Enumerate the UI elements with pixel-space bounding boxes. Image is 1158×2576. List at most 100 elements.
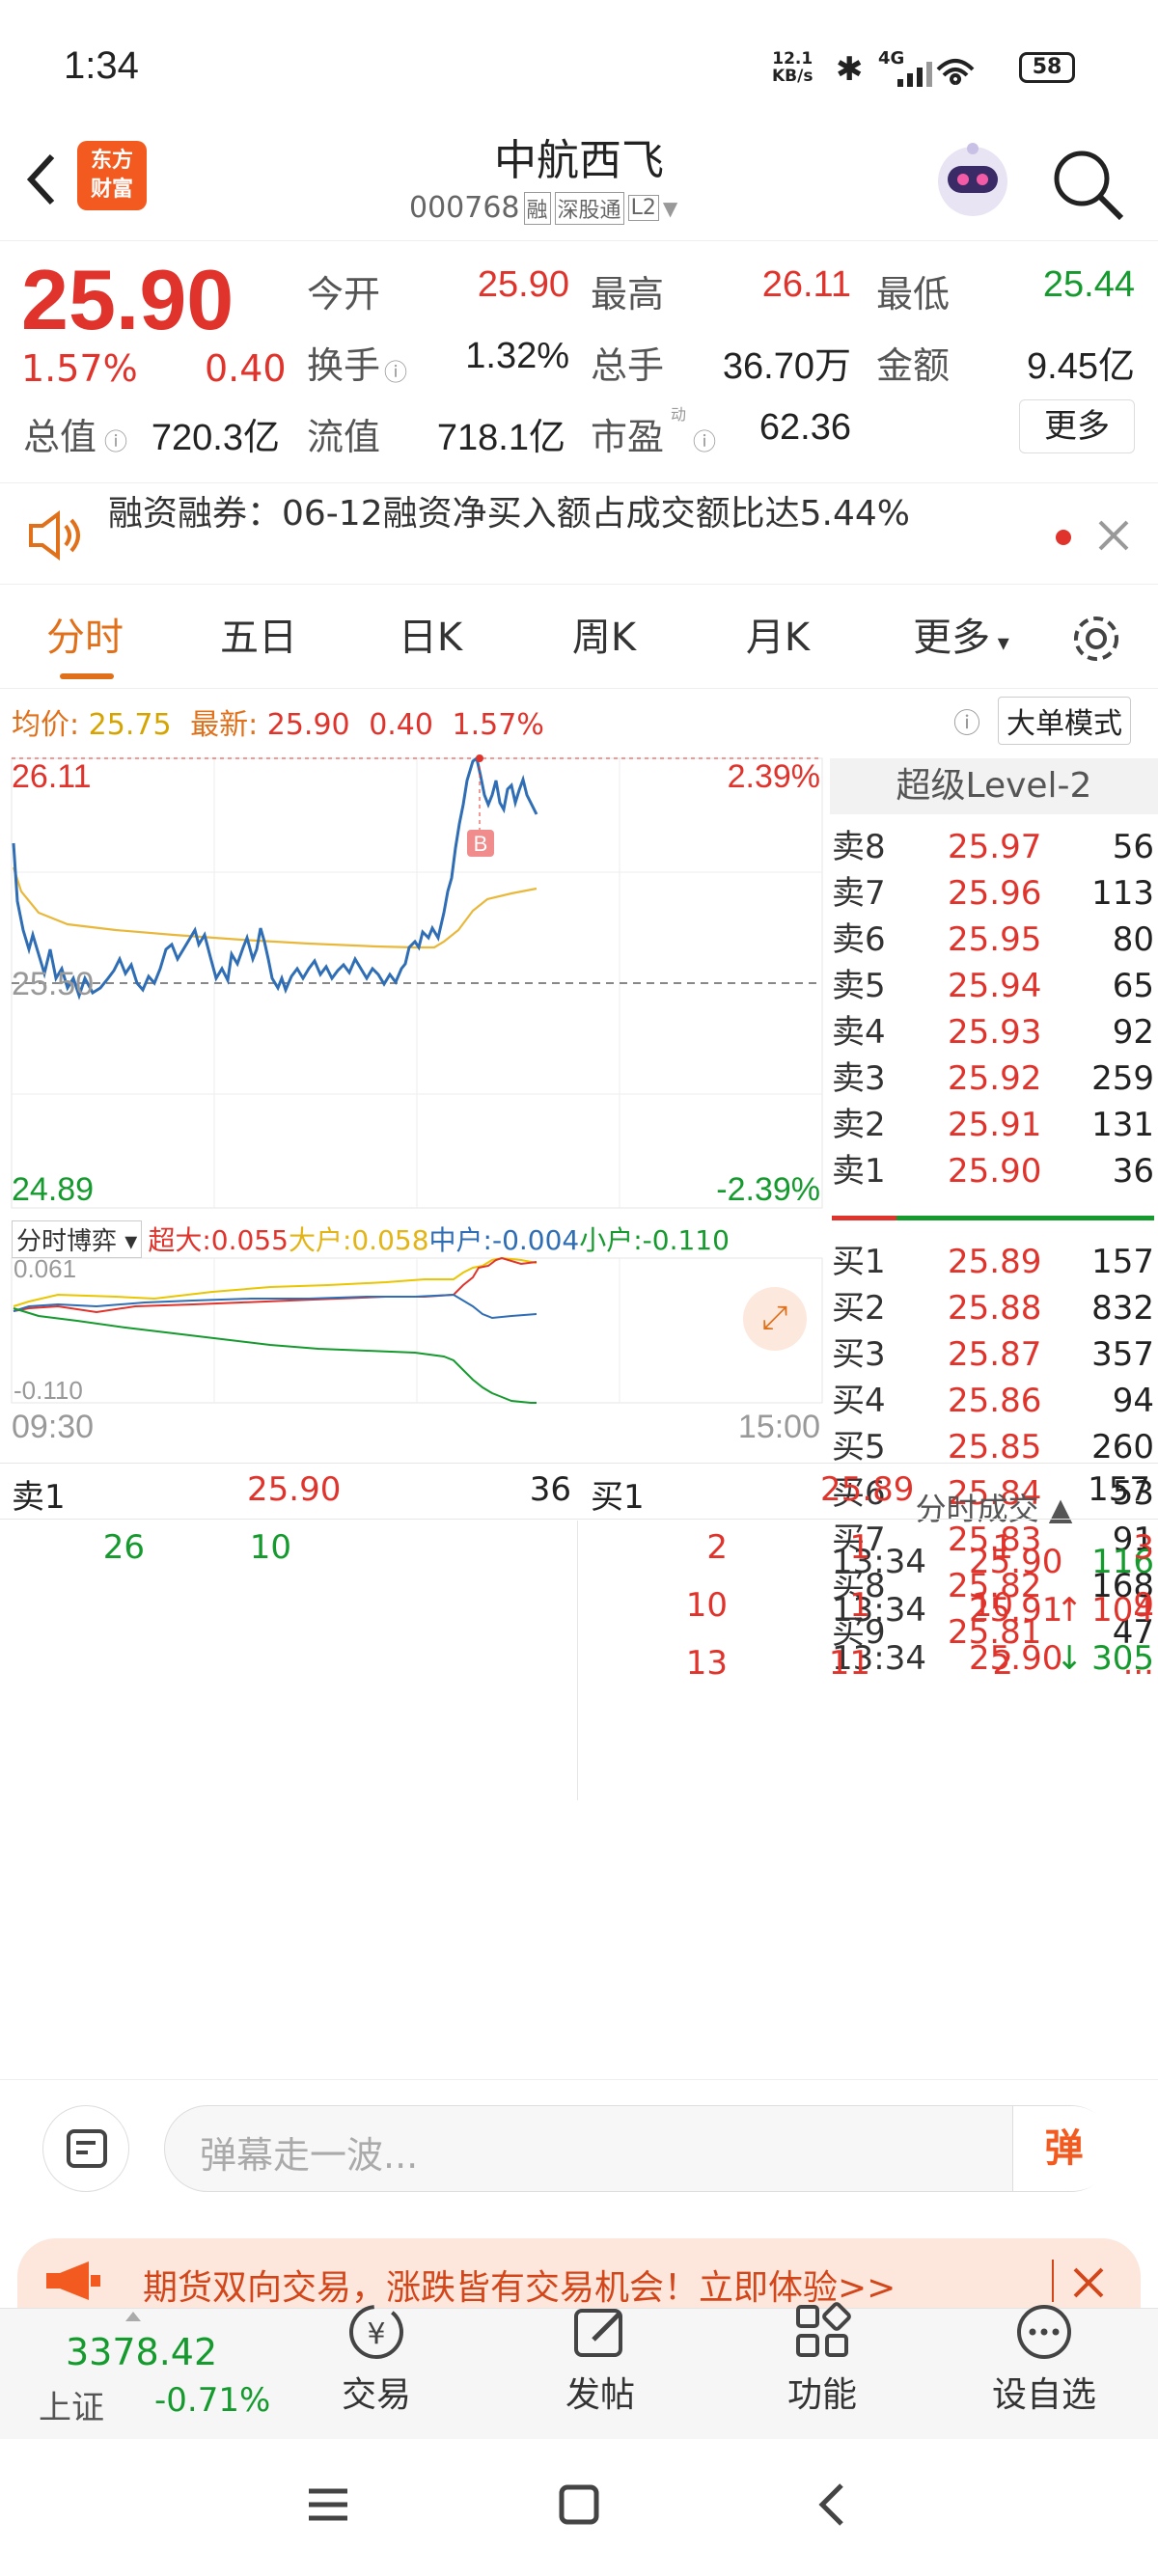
- queue-buy-label: 买1: [591, 1478, 645, 1517]
- time-end: 15:00: [738, 1409, 820, 1445]
- dropdown-icon: ▼: [662, 196, 678, 220]
- info-icon[interactable]: ⓘ: [104, 423, 127, 456]
- trade-button[interactable]: ¥ 交易: [280, 2301, 473, 2417]
- help-icon[interactable]: ⓘ: [953, 702, 980, 741]
- tab-2[interactable]: 日K: [363, 606, 498, 662]
- trade-icon: ¥: [349, 2305, 403, 2359]
- quote-field-value: 26.11: [761, 264, 851, 305]
- index-name: 上证: [39, 2389, 104, 2427]
- flow-legend: 分时博弈 ▾ 超大:0.055大户:0.058中户:-0.004小户:-0.11…: [12, 1219, 730, 1258]
- expand-up-icon[interactable]: [125, 2312, 141, 2321]
- order-row: 买4 25.86 94: [832, 1378, 1154, 1424]
- stock-code-row[interactable]: 000768 融 深股通 L2 ▼: [409, 191, 677, 225]
- news-ticker[interactable]: 融资融券：06-12融资净买入额占成交额比达5.44%: [0, 482, 1158, 585]
- quote-field-value: 25.44: [1042, 264, 1135, 305]
- level2-tag: L2: [627, 195, 659, 221]
- order-price: 25.97: [948, 828, 1042, 866]
- comment-settings-icon[interactable]: [42, 2105, 129, 2192]
- info-icon[interactable]: ⓘ: [384, 353, 407, 387]
- active-tab-indicator: [60, 673, 114, 679]
- quote-field-value: 25.90: [477, 264, 569, 305]
- queue-order: 10: [249, 1528, 291, 1567]
- more-button[interactable]: 更多: [1019, 399, 1135, 453]
- order-volume: 157: [1091, 1243, 1154, 1281]
- menu-icon[interactable]: [305, 2481, 351, 2528]
- home-icon[interactable]: [556, 2481, 602, 2528]
- tab-0[interactable]: 分时: [17, 606, 152, 662]
- tab-label: 日K: [398, 616, 463, 660]
- tab-label: 月K: [745, 616, 811, 660]
- big-order-mode-button[interactable]: 大单模式: [998, 697, 1131, 745]
- trades-title-label: 分时成交: [915, 1491, 1039, 1527]
- megaphone-icon: [46, 2261, 100, 2300]
- queue-order: 2: [706, 1528, 728, 1567]
- stock-header: 东方 财富 中航西飞 000768 融 深股通 L2 ▼: [0, 125, 1158, 241]
- order-volume: 357: [1091, 1335, 1154, 1374]
- add-watchlist-label: 设自选: [991, 2375, 1096, 2415]
- queue-buy-vol: 157: [1088, 1470, 1150, 1509]
- comment-placeholder: 弹幕走一波...: [200, 2134, 419, 2177]
- quote-panel: 25.90 1.57% 0.40 今开 25.90 最高 26.11 最低 25.44 换手…: [0, 241, 1158, 482]
- tab-label: 更多: [913, 616, 991, 660]
- quote-field-value: 36.70万: [722, 346, 851, 387]
- level2-title[interactable]: 超级Level-2: [830, 758, 1158, 814]
- axis-high: 26.11: [12, 758, 92, 795]
- average-price-line: [12, 866, 538, 949]
- add-watchlist-button[interactable]: 设自选: [948, 2301, 1141, 2417]
- queue-order: 1: [849, 1586, 870, 1625]
- expand-icon[interactable]: ⤢: [743, 1287, 807, 1351]
- tab-1[interactable]: 五日: [191, 606, 326, 662]
- queue-order: 13: [685, 1644, 728, 1683]
- index-percent: -0.71%: [154, 2381, 271, 2420]
- order-price: 25.91: [948, 1106, 1042, 1144]
- post-button[interactable]: 发帖: [504, 2301, 697, 2417]
- flow-selector[interactable]: 分时博弈 ▾: [12, 1219, 143, 1258]
- tab-5[interactable]: 更多 ▾: [894, 606, 1029, 662]
- queue-order: ...: [1122, 1644, 1154, 1683]
- robot-assistant-icon[interactable]: [928, 135, 1017, 224]
- order-row: 卖3 25.92 259: [832, 1055, 1154, 1102]
- dynamic-tag: 动: [671, 405, 687, 424]
- order-volume: 131: [1091, 1106, 1154, 1144]
- svg-text:¥: ¥: [367, 2317, 385, 2351]
- order-row: 卖2 25.91 131: [832, 1102, 1154, 1148]
- queue-sell-vol: 36: [529, 1470, 571, 1509]
- index-value[interactable]: 3378.42: [66, 2331, 217, 2373]
- back-nav-icon[interactable]: [811, 2481, 857, 2528]
- news-text: 融资融券：06-12融资净买入额占成交额比达5.44%: [108, 494, 910, 534]
- tab-4[interactable]: 月K: [710, 606, 845, 662]
- order-price: 25.89: [948, 1243, 1042, 1281]
- order-price: 25.87: [948, 1335, 1042, 1374]
- settings-icon[interactable]: [1067, 610, 1125, 668]
- order-volume: 113: [1091, 874, 1154, 913]
- divider: [0, 2079, 1158, 2080]
- order-volume: 36: [1112, 1152, 1154, 1191]
- info-icon[interactable]: ⓘ: [693, 423, 716, 456]
- danmaku-button[interactable]: 弹: [1012, 2106, 1115, 2191]
- tab-3[interactable]: 周K: [537, 606, 672, 662]
- search-icon[interactable]: [1050, 147, 1127, 224]
- battery-icon: 58: [1019, 52, 1075, 83]
- flow-mid-line: [13, 1293, 538, 1320]
- close-icon[interactable]: [1096, 518, 1131, 553]
- axis-mid: 25.50: [12, 966, 94, 1002]
- quote-field-value: 62.36: [758, 407, 851, 448]
- function-button[interactable]: 功能: [726, 2301, 919, 2417]
- net-speed: 12.1 KB/s: [772, 50, 813, 85]
- order-level: 买1: [832, 1243, 886, 1281]
- comment-input[interactable]: 弹幕走一波... 弹: [164, 2105, 1115, 2192]
- order-row: 卖1 25.90 36: [832, 1148, 1154, 1194]
- flow-axis-max: 0.061: [14, 1254, 76, 1283]
- queue-order: 2: [992, 1644, 1013, 1683]
- order-price: 25.93: [948, 1013, 1042, 1052]
- order-volume: 80: [1112, 920, 1154, 959]
- flow-legend-item: 大户:0.058: [288, 1224, 429, 1256]
- flow-axis-min: -0.110: [14, 1376, 83, 1405]
- order-level: 卖2: [832, 1106, 886, 1144]
- order-level: 卖1: [832, 1152, 886, 1191]
- queue-order: 3: [1133, 1528, 1154, 1567]
- close-icon[interactable]: [1069, 2263, 1108, 2302]
- axis-low: 24.89: [12, 1171, 94, 1208]
- order-volume: 56: [1112, 828, 1154, 866]
- order-level: 买4: [832, 1382, 886, 1420]
